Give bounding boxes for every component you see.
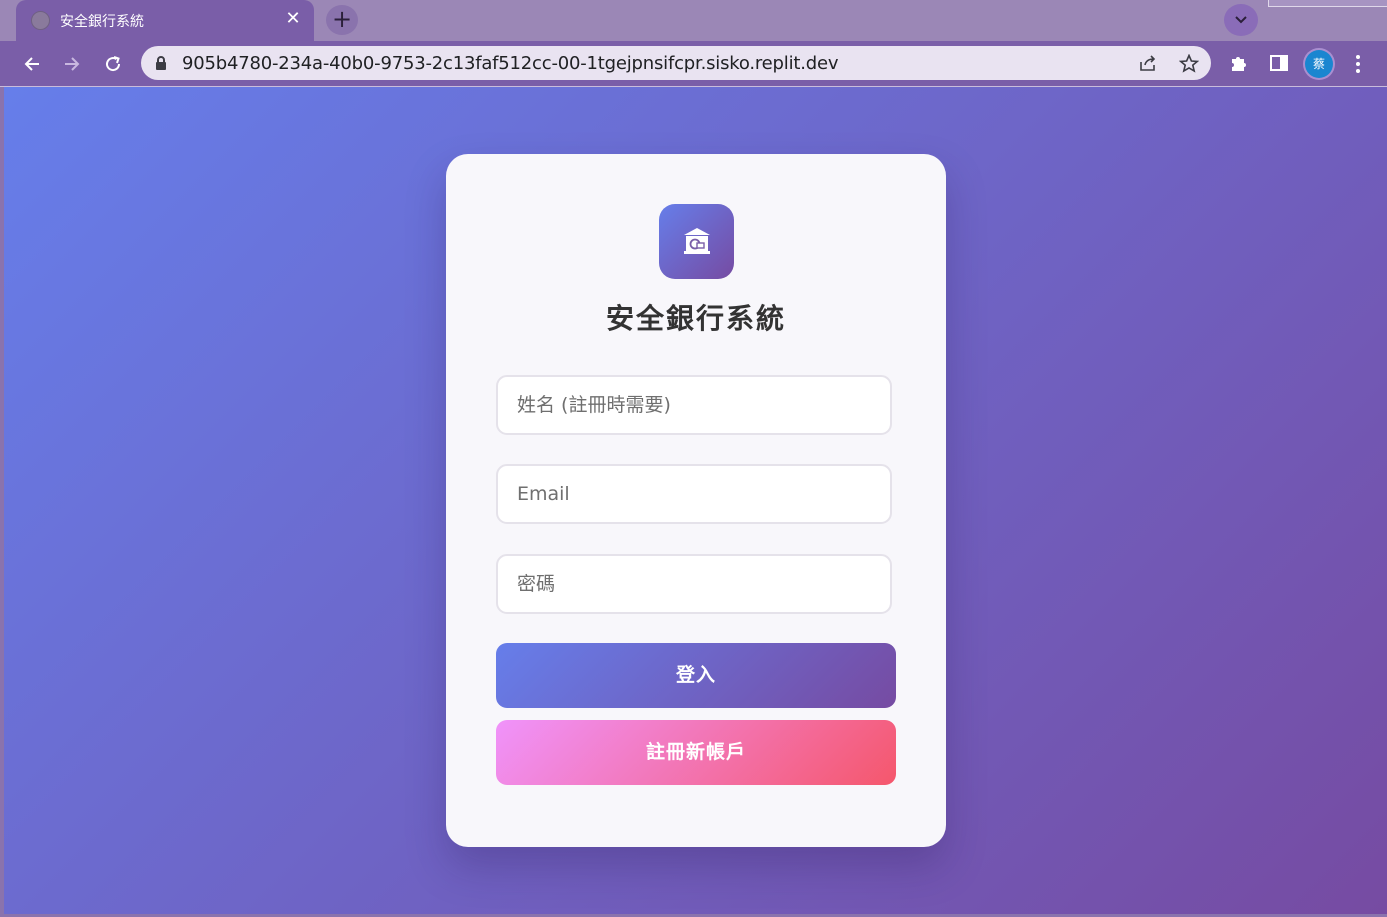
browser-tab[interactable]: 安全銀行系統 ✕ (16, 0, 314, 41)
page-title: 安全銀行系統 (605, 302, 786, 335)
password-field (496, 554, 892, 614)
address-bar[interactable]: 905b4780-234a-40b0-9753-2c13faf512cc-00-… (141, 46, 1211, 80)
lock-icon (156, 56, 166, 70)
close-icon[interactable]: ✕ (282, 8, 304, 30)
url-text: 905b4780-234a-40b0-9753-2c13faf512cc-00-… (182, 53, 839, 74)
extensions-icon[interactable] (1229, 53, 1249, 73)
back-button[interactable] (17, 49, 47, 79)
register-button[interactable]: 註冊新帳戶 (496, 720, 896, 785)
bank-icon (683, 228, 710, 254)
chevron-down-icon (1235, 16, 1247, 24)
star-icon[interactable] (1179, 54, 1199, 73)
email-input[interactable] (498, 466, 890, 522)
window-controls (1268, 0, 1387, 7)
profile-avatar[interactable]: 蔡 (1305, 50, 1333, 78)
share-icon[interactable] (1138, 54, 1158, 72)
email-field (496, 464, 892, 524)
tab-title: 安全銀行系統 (60, 14, 144, 30)
tab-search-button[interactable] (1224, 4, 1258, 36)
app-logo (659, 204, 734, 279)
back-arrow-icon (24, 57, 39, 71)
password-input[interactable] (498, 556, 890, 612)
name-field (496, 375, 892, 435)
globe-icon (31, 11, 50, 30)
forward-button[interactable] (57, 49, 87, 79)
login-button[interactable]: 登入 (496, 643, 896, 708)
new-tab-button[interactable]: + (326, 5, 358, 35)
side-panel-icon[interactable] (1269, 53, 1289, 73)
login-card: 安全銀行系統 登入 註冊新帳戶 (446, 154, 946, 847)
more-menu-icon[interactable] (1350, 53, 1366, 75)
tab-strip: 安全銀行系統 ✕ + (0, 0, 1387, 41)
reload-icon (106, 56, 121, 72)
reload-button[interactable] (98, 49, 128, 79)
page-viewport: 安全銀行系統 登入 註冊新帳戶 (4, 87, 1387, 914)
name-input[interactable] (498, 377, 890, 433)
forward-arrow-icon (65, 57, 80, 71)
browser-toolbar: 905b4780-234a-40b0-9753-2c13faf512cc-00-… (0, 41, 1387, 86)
